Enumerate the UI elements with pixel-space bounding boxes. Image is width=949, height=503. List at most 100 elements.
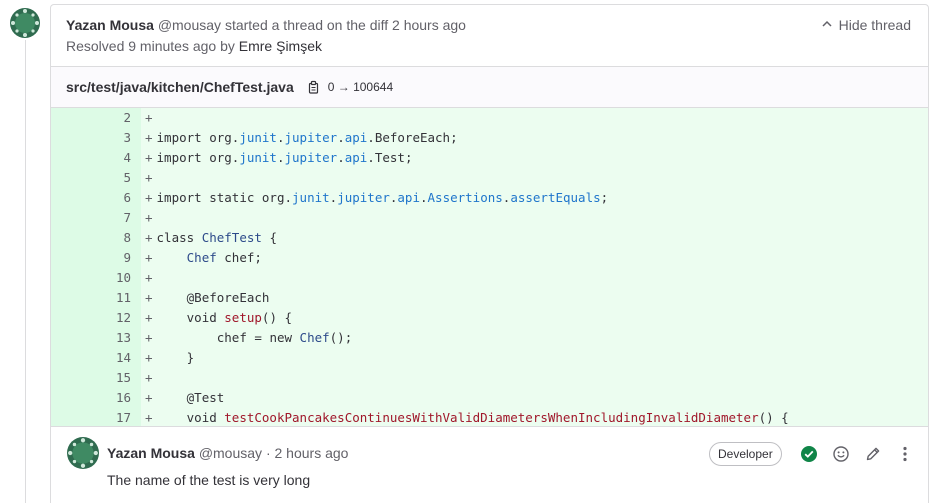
thread-author-name[interactable]: Yazan Mousa: [66, 17, 154, 33]
thread-time[interactable]: 2 hours ago: [392, 17, 466, 33]
comment-author-handle[interactable]: @mousay: [199, 445, 262, 461]
line-code: + @BeforeEach: [141, 288, 269, 308]
line-code: + Chef chef;: [141, 248, 262, 268]
line-text: }: [156, 350, 195, 365]
old-line-number[interactable]: [51, 168, 96, 188]
diff-line: 12 + void setup() {: [51, 308, 928, 328]
new-line-number[interactable]: 5: [96, 168, 141, 188]
line-code: + @Test: [141, 388, 224, 408]
line-text: void setup() {: [186, 310, 293, 325]
line-code: + }: [141, 348, 194, 368]
new-line-number[interactable]: 16: [96, 388, 141, 408]
added-marker: +: [145, 270, 153, 285]
added-marker: +: [145, 230, 153, 245]
line-code: +: [141, 168, 157, 188]
old-line-number[interactable]: [51, 328, 96, 348]
old-line-number[interactable]: [51, 248, 96, 268]
new-line-number[interactable]: 9: [96, 248, 141, 268]
avatar[interactable]: [67, 437, 99, 469]
line-code: + chef = new Chef();: [141, 328, 352, 348]
diff-line: 14 + }: [51, 348, 928, 368]
file-mode-change: 0 → 100644: [327, 80, 394, 94]
new-line-number[interactable]: 14: [96, 348, 141, 368]
line-code: + import org.junit.jupiter.api.Test;: [141, 148, 412, 168]
diff-line: 5 +: [51, 168, 928, 188]
old-line-number[interactable]: [51, 188, 96, 208]
check-circle-icon[interactable]: [800, 445, 818, 463]
line-text: void testCookPancakesContinuesWithValidD…: [186, 410, 789, 425]
added-marker: +: [145, 330, 153, 345]
added-marker: +: [145, 350, 153, 365]
pencil-icon[interactable]: [864, 445, 882, 463]
thread-header: Yazan Mousa @mousay started a thread on …: [66, 15, 466, 35]
new-line-number[interactable]: 13: [96, 328, 141, 348]
old-line-number[interactable]: [51, 408, 96, 426]
resolved-status: Resolved 9 minutes ago by Emre Şimşek: [66, 36, 322, 56]
diff-line: 8 + class ChefTest {: [51, 228, 928, 248]
line-text: import static org.junit.jupiter.api.Asse…: [156, 190, 609, 205]
added-marker: +: [145, 110, 153, 125]
line-text: class ChefTest {: [156, 230, 277, 245]
old-line-number[interactable]: [51, 368, 96, 388]
old-line-number[interactable]: [51, 388, 96, 408]
added-marker: +: [145, 150, 153, 165]
comment-author-name[interactable]: Yazan Mousa: [107, 445, 195, 461]
diff-line: 17 + void testCookPancakesContinuesWithVa…: [51, 408, 928, 426]
comment-separator: ·: [265, 445, 271, 461]
added-marker: +: [145, 210, 153, 225]
line-code: + void setup() {: [141, 308, 292, 328]
new-line-number[interactable]: 15: [96, 368, 141, 388]
old-line-number[interactable]: [51, 208, 96, 228]
line-code: +: [141, 268, 157, 288]
smiley-icon[interactable]: [832, 445, 850, 463]
discussion-thread: Yazan Mousa @mousay started a thread on …: [50, 4, 929, 503]
file-path[interactable]: src/test/java/kitchen/ChefTest.java: [66, 79, 294, 95]
diff-line: 10 +: [51, 268, 928, 288]
old-line-number[interactable]: [51, 308, 96, 328]
added-marker: +: [145, 310, 153, 325]
resolved-prefix: Resolved 9 minutes ago by: [66, 38, 235, 54]
hide-thread-label: Hide thread: [838, 17, 911, 33]
resolver-name[interactable]: Emre Şimşek: [239, 38, 322, 54]
new-line-number[interactable]: 3: [96, 128, 141, 148]
line-code: +: [141, 368, 157, 388]
old-line-number[interactable]: [51, 228, 96, 248]
hide-thread-button[interactable]: Hide thread: [821, 15, 911, 35]
thread-author-handle[interactable]: @mousay: [158, 17, 221, 33]
old-line-number[interactable]: [51, 348, 96, 368]
line-text: import org.junit.jupiter.api.Test;: [156, 150, 413, 165]
new-line-number[interactable]: 10: [96, 268, 141, 288]
avatar[interactable]: [10, 8, 40, 38]
new-line-number[interactable]: 8: [96, 228, 141, 248]
diff-line: 9 + Chef chef;: [51, 248, 928, 268]
new-line-number[interactable]: 7: [96, 208, 141, 228]
old-line-number[interactable]: [51, 288, 96, 308]
added-marker: +: [145, 290, 153, 305]
new-line-number[interactable]: 17: [96, 408, 141, 426]
diff-lines: 2 +3 + import org.junit.jupiter.api.BeforeE…: [51, 108, 928, 427]
added-marker: +: [145, 410, 153, 425]
copy-icon[interactable]: [306, 79, 322, 95]
line-code: +: [141, 108, 157, 128]
new-line-number[interactable]: 11: [96, 288, 141, 308]
file-header: src/test/java/kitchen/ChefTest.java 0 → …: [51, 66, 928, 108]
old-line-number[interactable]: [51, 128, 96, 148]
old-line-number[interactable]: [51, 268, 96, 288]
ellipsis-v-icon[interactable]: [896, 445, 914, 463]
new-line-number[interactable]: 2: [96, 108, 141, 128]
new-line-number[interactable]: 4: [96, 148, 141, 168]
diff-line: 7 +: [51, 208, 928, 228]
new-line-number[interactable]: 6: [96, 188, 141, 208]
comment-time[interactable]: 2 hours ago: [275, 445, 349, 461]
old-line-number[interactable]: [51, 108, 96, 128]
diff-line: 11 + @BeforeEach: [51, 288, 928, 308]
added-marker: +: [145, 190, 153, 205]
line-code: + class ChefTest {: [141, 228, 277, 248]
diff-line: 4 + import org.junit.jupiter.api.Test;: [51, 148, 928, 168]
old-line-number[interactable]: [51, 148, 96, 168]
diff-line: 2 +: [51, 108, 928, 128]
added-marker: +: [145, 130, 153, 145]
line-code: + void testCookPancakesContinuesWithVali…: [141, 408, 789, 426]
new-line-number[interactable]: 12: [96, 308, 141, 328]
diff-line: 6 + import static org.junit.jupiter.api.As…: [51, 188, 928, 208]
